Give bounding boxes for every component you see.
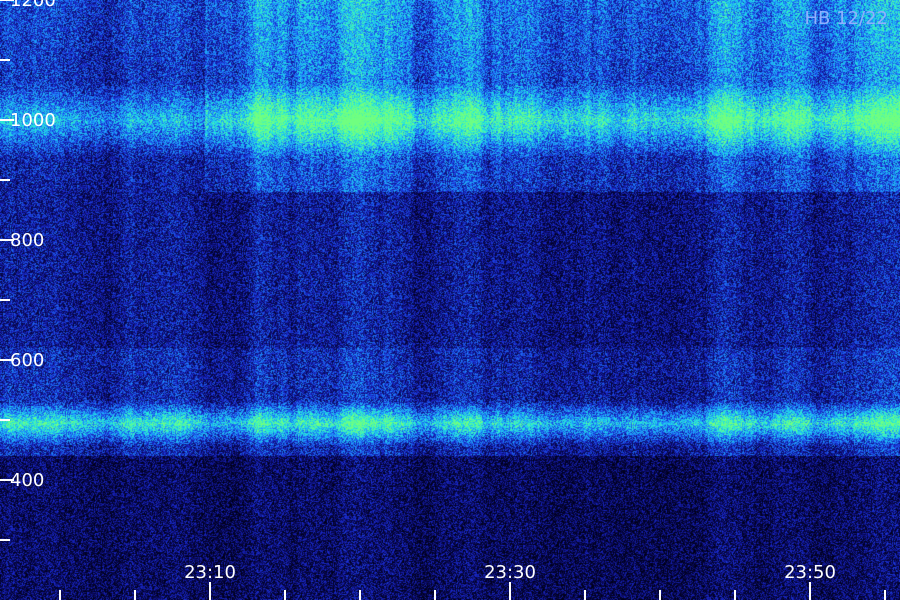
y-tick-label: 1200 <box>10 0 56 11</box>
spectrogram: HB 12/22 1200 1000 800 600 400 23:10 23:30 23:… <box>0 0 900 600</box>
x-tick-label: 23:30 <box>484 562 536 583</box>
y-tick-label: 400 <box>10 470 44 491</box>
chart-title: HB 12/22 <box>805 8 888 29</box>
x-axis: 23:10 23:30 23:50 <box>59 562 886 600</box>
y-tick-label: 800 <box>10 230 44 251</box>
y-tick-label: 600 <box>10 350 44 371</box>
x-tick-label: 23:50 <box>784 562 836 583</box>
y-tick-label: 1000 <box>10 110 56 131</box>
y-axis: 1200 1000 800 600 400 <box>0 0 56 541</box>
axes-overlay: HB 12/22 12001000800600400 23:10 23:30 23:… <box>0 0 888 600</box>
x-tick-label: 23:10 <box>184 562 236 583</box>
